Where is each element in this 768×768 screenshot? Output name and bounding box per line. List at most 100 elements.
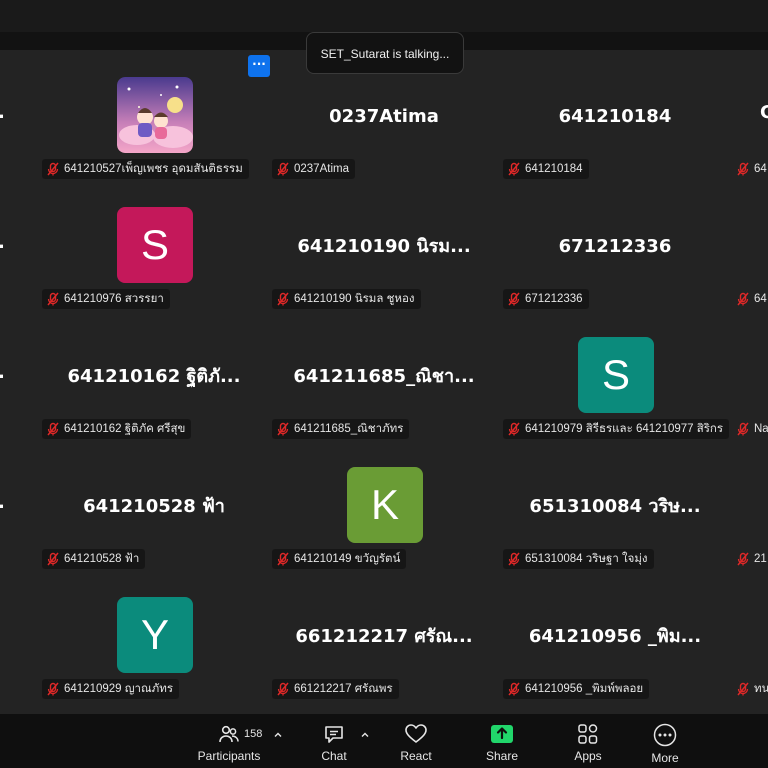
participant-name-label: 641210149 ขวัญรัตน์ (272, 549, 407, 569)
participant-name-label: 641210528 ฟ้า (42, 549, 146, 569)
participant-name-label: 641210929 ญาณภัทร (42, 679, 180, 699)
mic-muted-icon (508, 292, 520, 306)
mic-muted-icon (737, 292, 749, 306)
participant-name: ทน (754, 683, 768, 695)
participant-name: 64 (754, 163, 767, 175)
participant-name-label: 0237Atima (272, 159, 355, 179)
participant-name: 641210190 นิรมล ชูหอง (294, 293, 415, 305)
participants-icon (219, 725, 239, 743)
chat-icon (325, 726, 343, 743)
participant-tile[interactable]: S 641210976 สวรรยา (40, 180, 268, 310)
participant-tile[interactable]: K 641210149 ขวัญรัตน์ (270, 440, 498, 570)
participant-name-label: 641210979 สิรีธรและ 641210977 สิริกร (503, 419, 730, 439)
participant-tile[interactable]: 641210956 _พิม... 641210956 _พิมพ์พลอย (501, 570, 729, 700)
apps-icon (578, 724, 598, 744)
mic-muted-icon (277, 552, 289, 566)
meeting-toolbar: Participants 158 Chat React Share Apps M… (0, 714, 768, 768)
chat-button[interactable]: Chat (308, 714, 360, 768)
participant-name: 64 (754, 293, 767, 305)
right-edge-label: 64 (736, 289, 767, 309)
avatar: S (117, 207, 193, 283)
participant-name: 0237Atima (294, 163, 349, 175)
participant-tile[interactable]: 651310084 วริษ... 651310084 วริษฐา ใจมุ่… (501, 440, 729, 570)
mic-muted-icon (508, 552, 520, 566)
participant-tile[interactable]: S 641210979 สิรีธรและ 641210977 สิริกร (501, 310, 730, 440)
participant-name: Na (754, 423, 768, 435)
participants-button[interactable]: Participants (194, 714, 264, 768)
participant-name: 651310084 วริษฐา ใจมุ่ง (525, 553, 648, 565)
share-button[interactable]: Share (476, 714, 528, 768)
mic-muted-icon (508, 422, 520, 436)
share-screen-icon (491, 725, 513, 743)
chat-caret-icon[interactable] (360, 730, 370, 740)
participant-tile[interactable]: 661212217 ศรัณ... 661212217 ศรัณพร (270, 570, 498, 700)
share-label: Share (485, 749, 519, 763)
participants-caret-icon[interactable] (273, 730, 283, 740)
heart-icon (405, 724, 427, 743)
mic-muted-icon (737, 162, 749, 176)
participant-display-name: 641210184 (558, 106, 672, 127)
chat-label: Chat (321, 749, 347, 763)
mic-muted-icon (277, 422, 289, 436)
participant-name: 641210929 ญาณภัทร (64, 683, 174, 695)
participant-tile[interactable]: 641210162 ฐิติภั... 641210162 ฐิติภัค ศร… (40, 310, 268, 440)
mic-muted-icon (47, 422, 59, 436)
participant-display-name: 641210528 ฟ้า (83, 496, 225, 517)
participant-name: 661212217 ศรัณพร (294, 683, 393, 695)
participant-name-label: 641210527เพ็ญเพชร อุดมสันติธรรม (42, 159, 249, 179)
left-edge-name: . (0, 362, 5, 383)
avatar: Y (117, 597, 193, 673)
mic-muted-icon (47, 162, 59, 176)
participant-tile[interactable]: 641210184 641210184 (501, 50, 729, 180)
apps-button[interactable]: Apps (562, 714, 614, 768)
participant-tile[interactable]: 671212336 671212336 (501, 180, 729, 310)
mic-muted-icon (737, 682, 749, 696)
more-options-button[interactable]: ··· (248, 55, 270, 77)
mic-muted-icon (508, 682, 520, 696)
participant-display-name: 0237Atima (329, 106, 439, 127)
participant-tile[interactable]: 641210528 ฟ้า 641210528 ฟ้า (40, 440, 268, 570)
right-edge-label: 64 (736, 159, 767, 179)
react-button[interactable]: React (390, 714, 442, 768)
participant-display-name: 661212217 ศรัณ... (295, 626, 473, 647)
participant-name-label: 661212217 ศรัณพร (272, 679, 399, 699)
participant-display-name: 651310084 วริษ... (529, 496, 701, 517)
participant-name-label: 651310084 วริษฐา ใจมุ่ง (503, 549, 654, 569)
participant-tile[interactable]: 641210527เพ็ญเพชร อุดมสันติธรรม (40, 50, 268, 180)
mic-muted-icon (737, 422, 749, 436)
mic-muted-icon (737, 552, 749, 566)
participant-display-name: 641210190 นิรม... (297, 236, 471, 257)
active-speaker-indicator: SET_Sutarat is talking... (306, 32, 464, 74)
left-edge-name: . (0, 232, 5, 253)
left-edge-name: . (0, 102, 5, 123)
mic-muted-icon (277, 162, 289, 176)
mic-muted-icon (508, 162, 520, 176)
mic-muted-icon (277, 292, 289, 306)
participants-count: 158 (244, 728, 263, 740)
mic-muted-icon (47, 552, 59, 566)
participants-label: Participants (197, 749, 261, 763)
participant-name: 671212336 (525, 293, 583, 305)
more-button[interactable]: More (639, 714, 691, 768)
participant-display-name: 641210956 _พิม... (528, 626, 702, 647)
window-top-bar (0, 0, 768, 36)
avatar: S (578, 337, 654, 413)
participant-name-label: 641210956 _พิมพ์พลอย (503, 679, 650, 699)
react-label: React (400, 749, 432, 763)
left-edge-name: . (0, 492, 5, 513)
participant-tile[interactable]: 641210190 นิรม... 641210190 นิรมล ชูหอง (270, 180, 498, 310)
avatar: K (347, 467, 423, 543)
participant-display-name: 641210162 ฐิติภั... (67, 366, 241, 387)
participant-display-name: 641211685_ณิชา... (293, 366, 475, 387)
participant-name: 21 (754, 553, 767, 565)
participant-tile[interactable]: Y 641210929 ญาณภัทร (40, 570, 268, 700)
right-edge-label: 21 (736, 549, 767, 569)
participant-name: 641210184 (525, 163, 583, 175)
participant-name: 641210527เพ็ญเพชร อุดมสันติธรรม (64, 163, 243, 175)
participant-name: 641210976 สวรรยา (64, 293, 164, 305)
participant-tile[interactable]: 641211685_ณิชา... 641211685_ณิชาภัทร (270, 310, 498, 440)
participant-name-label: 641211685_ณิชาภัทร (272, 419, 410, 439)
participant-name-label: 641210162 ฐิติภัค ศรีสุข (42, 419, 192, 439)
mic-muted-icon (47, 292, 59, 306)
apps-label: Apps (574, 749, 602, 763)
